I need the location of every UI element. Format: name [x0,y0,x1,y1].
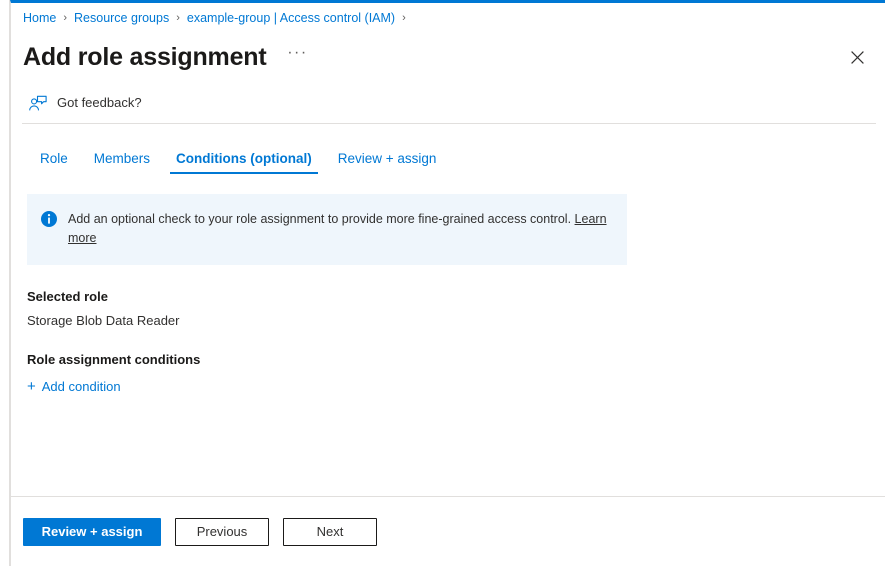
more-options-ellipsis-icon[interactable]: ··· [284,44,310,70]
tab-members[interactable]: Members [81,151,163,175]
info-banner-message: Add an optional check to your role assig… [68,212,572,226]
next-button[interactable]: Next [283,517,377,546]
breadcrumb: Home › Resource groups › example-group |… [11,3,885,33]
tab-role[interactable]: Role [27,151,81,175]
add-role-assignment-blade: Home › Resource groups › example-group |… [10,0,885,566]
blade-footer: Review + assign Previous Next [11,496,885,566]
close-button[interactable] [843,43,871,71]
breadcrumb-separator-icon: › [63,12,68,24]
background-page-sliver [0,0,10,566]
plus-icon: + [27,377,36,395]
close-icon [850,50,864,64]
info-circle-icon [41,210,57,227]
title-row: Add role assignment ··· [11,33,885,81]
feedback-bar: Got feedback? [11,81,885,123]
tab-review-assign[interactable]: Review + assign [325,151,450,175]
info-banner: Add an optional check to your role assig… [27,194,627,265]
role-assignment-conditions-heading: Role assignment conditions [27,351,201,367]
add-condition-label: Add condition [41,378,121,394]
selected-role-heading: Selected role [27,288,108,304]
tab-conditions[interactable]: Conditions (optional) [163,151,325,175]
tab-panel-conditions: Add an optional check to your role assig… [11,174,885,496]
add-condition-button[interactable]: + Add condition [27,379,121,394]
wizard-tabs: Role Members Conditions (optional) Revie… [11,124,885,174]
breadcrumb-item-home[interactable]: Home [23,11,56,25]
got-feedback-label: Got feedback? [57,94,142,110]
breadcrumb-item-resource-groups[interactable]: Resource groups [74,11,169,25]
got-feedback-link[interactable]: Got feedback? [29,94,142,111]
breadcrumb-item-access-control[interactable]: example-group | Access control (IAM) [187,11,395,25]
previous-button[interactable]: Previous [175,517,269,546]
info-banner-text: Add an optional check to your role assig… [68,210,611,249]
review-assign-button[interactable]: Review + assign [23,517,161,546]
selected-role-value: Storage Blob Data Reader [27,312,180,328]
breadcrumb-separator-icon: › [402,12,406,24]
feedback-person-icon [29,94,48,111]
page-title: Add role assignment [23,42,267,71]
breadcrumb-separator-icon: › [176,12,180,24]
